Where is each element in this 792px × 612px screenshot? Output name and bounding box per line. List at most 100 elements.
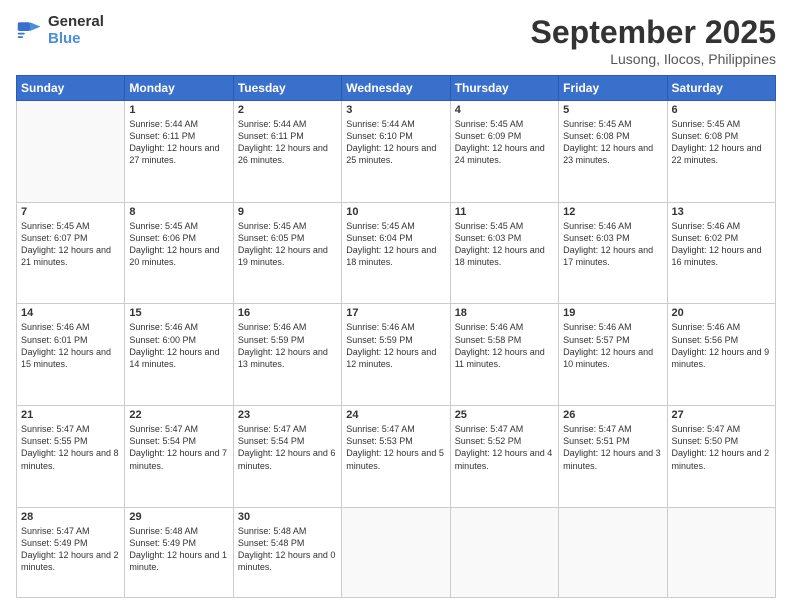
weekday-header-row: SundayMondayTuesdayWednesdayThursdayFrid… (17, 76, 776, 101)
cell-info: Sunrise: 5:44 AM Sunset: 6:10 PM Dayligh… (346, 118, 445, 167)
cell-info: Sunrise: 5:45 AM Sunset: 6:03 PM Dayligh… (455, 220, 554, 269)
calendar-cell: 29 Sunrise: 5:48 AM Sunset: 5:49 PM Dayli… (125, 507, 233, 597)
weekday-header-friday: Friday (559, 76, 667, 101)
day-number: 9 (238, 206, 337, 218)
calendar-cell: 30 Sunrise: 5:48 AM Sunset: 5:48 PM Dayli… (233, 507, 341, 597)
cell-info: Sunrise: 5:44 AM Sunset: 6:11 PM Dayligh… (129, 118, 228, 167)
calendar-cell: 25 Sunrise: 5:47 AM Sunset: 5:52 PM Dayli… (450, 406, 558, 508)
day-number: 3 (346, 104, 445, 116)
weekday-header-tuesday: Tuesday (233, 76, 341, 101)
calendar-cell: 15 Sunrise: 5:46 AM Sunset: 6:00 PM Dayli… (125, 304, 233, 406)
logo: General Blue (16, 14, 104, 47)
calendar-cell: 24 Sunrise: 5:47 AM Sunset: 5:53 PM Dayli… (342, 406, 450, 508)
day-number: 26 (563, 409, 662, 421)
calendar-cell: 20 Sunrise: 5:46 AM Sunset: 5:56 PM Dayli… (667, 304, 775, 406)
calendar-cell: 28Sunrise: 5:47 AM Sunset: 5:49 PM Dayli… (17, 507, 125, 597)
calendar-cell (17, 101, 125, 203)
cell-info: Sunrise: 5:46 AM Sunset: 6:00 PM Dayligh… (129, 321, 228, 370)
calendar-cell: 5Sunrise: 5:45 AM Sunset: 6:08 PM Daylig… (559, 101, 667, 203)
day-number: 18 (455, 307, 554, 319)
calendar-cell: 22Sunrise: 5:47 AM Sunset: 5:54 PM Dayli… (125, 406, 233, 508)
weekday-header-wednesday: Wednesday (342, 76, 450, 101)
day-number: 8 (129, 206, 228, 218)
header: General Blue September 2025 Lusong, Iloc… (16, 14, 776, 67)
location: Lusong, Ilocos, Philippines (531, 51, 776, 67)
cell-info: Sunrise: 5:45 AM Sunset: 6:08 PM Dayligh… (672, 118, 771, 167)
day-number: 12 (563, 206, 662, 218)
weekday-header-monday: Monday (125, 76, 233, 101)
calendar-cell: 3 Sunrise: 5:44 AM Sunset: 6:10 PM Daylig… (342, 101, 450, 203)
cell-info: Sunrise: 5:47 AM Sunset: 5:55 PM Dayligh… (21, 423, 120, 472)
calendar-cell: 17 Sunrise: 5:46 AM Sunset: 5:59 PM Dayli… (342, 304, 450, 406)
weekday-header-sunday: Sunday (17, 76, 125, 101)
cell-info: Sunrise: 5:46 AM Sunset: 5:56 PM Dayligh… (672, 321, 771, 370)
calendar-cell (342, 507, 450, 597)
day-number: 28 (21, 511, 120, 523)
week-row-3: 14 Sunrise: 5:46 AM Sunset: 6:01 PM Dayli… (17, 304, 776, 406)
day-number: 19 (563, 307, 662, 319)
calendar-cell: 12Sunrise: 5:46 AM Sunset: 6:03 PM Dayli… (559, 202, 667, 304)
day-number: 4 (455, 104, 554, 116)
calendar-cell: 27Sunrise: 5:47 AM Sunset: 5:50 PM Dayli… (667, 406, 775, 508)
calendar-cell: 1 Sunrise: 5:44 AM Sunset: 6:11 PM Daylig… (125, 101, 233, 203)
cell-info: Sunrise: 5:46 AM Sunset: 5:59 PM Dayligh… (346, 321, 445, 370)
calendar-cell (559, 507, 667, 597)
cell-info: Sunrise: 5:47 AM Sunset: 5:54 PM Dayligh… (129, 423, 228, 472)
cell-info: Sunrise: 5:44 AM Sunset: 6:11 PM Dayligh… (238, 118, 337, 167)
day-number: 10 (346, 206, 445, 218)
day-number: 16 (238, 307, 337, 319)
day-number: 29 (129, 511, 228, 523)
day-number: 1 (129, 104, 228, 116)
cell-info: Sunrise: 5:48 AM Sunset: 5:48 PM Dayligh… (238, 525, 337, 574)
day-number: 7 (21, 206, 120, 218)
cell-info: Sunrise: 5:46 AM Sunset: 5:59 PM Dayligh… (238, 321, 337, 370)
cell-info: Sunrise: 5:47 AM Sunset: 5:52 PM Dayligh… (455, 423, 554, 472)
day-number: 2 (238, 104, 337, 116)
day-number: 23 (238, 409, 337, 421)
page: General Blue September 2025 Lusong, Iloc… (0, 0, 792, 612)
cell-info: Sunrise: 5:46 AM Sunset: 5:58 PM Dayligh… (455, 321, 554, 370)
logo-text: General Blue (48, 14, 104, 47)
calendar-cell: 19 Sunrise: 5:46 AM Sunset: 5:57 PM Dayli… (559, 304, 667, 406)
day-number: 30 (238, 511, 337, 523)
calendar-cell: 14 Sunrise: 5:46 AM Sunset: 6:01 PM Dayli… (17, 304, 125, 406)
calendar-cell: 18 Sunrise: 5:46 AM Sunset: 5:58 PM Dayli… (450, 304, 558, 406)
calendar-cell: 23 Sunrise: 5:47 AM Sunset: 5:54 PM Dayli… (233, 406, 341, 508)
cell-info: Sunrise: 5:47 AM Sunset: 5:53 PM Dayligh… (346, 423, 445, 472)
calendar-cell (667, 507, 775, 597)
day-number: 14 (21, 307, 120, 319)
cell-info: Sunrise: 5:48 AM Sunset: 5:49 PM Dayligh… (129, 525, 228, 574)
calendar-cell: 21 Sunrise: 5:47 AM Sunset: 5:55 PM Dayli… (17, 406, 125, 508)
calendar-cell: 8 Sunrise: 5:45 AM Sunset: 6:06 PM Daylig… (125, 202, 233, 304)
day-number: 20 (672, 307, 771, 319)
cell-info: Sunrise: 5:47 AM Sunset: 5:54 PM Dayligh… (238, 423, 337, 472)
day-number: 17 (346, 307, 445, 319)
calendar-cell: 11Sunrise: 5:45 AM Sunset: 6:03 PM Dayli… (450, 202, 558, 304)
weekday-header-thursday: Thursday (450, 76, 558, 101)
day-number: 27 (672, 409, 771, 421)
logo-icon (16, 17, 44, 45)
day-number: 6 (672, 104, 771, 116)
day-number: 15 (129, 307, 228, 319)
cell-info: Sunrise: 5:45 AM Sunset: 6:09 PM Dayligh… (455, 118, 554, 167)
cell-info: Sunrise: 5:45 AM Sunset: 6:08 PM Dayligh… (563, 118, 662, 167)
day-number: 24 (346, 409, 445, 421)
day-number: 25 (455, 409, 554, 421)
cell-info: Sunrise: 5:45 AM Sunset: 6:07 PM Dayligh… (21, 220, 120, 269)
day-number: 21 (21, 409, 120, 421)
calendar-cell: 16 Sunrise: 5:46 AM Sunset: 5:59 PM Dayli… (233, 304, 341, 406)
calendar-table: SundayMondayTuesdayWednesdayThursdayFrid… (16, 75, 776, 598)
cell-info: Sunrise: 5:46 AM Sunset: 6:01 PM Dayligh… (21, 321, 120, 370)
calendar-cell: 10Sunrise: 5:45 AM Sunset: 6:04 PM Dayli… (342, 202, 450, 304)
calendar-cell: 2 Sunrise: 5:44 AM Sunset: 6:11 PM Daylig… (233, 101, 341, 203)
calendar-cell: 6 Sunrise: 5:45 AM Sunset: 6:08 PM Daylig… (667, 101, 775, 203)
week-row-5: 28Sunrise: 5:47 AM Sunset: 5:49 PM Dayli… (17, 507, 776, 597)
cell-info: Sunrise: 5:46 AM Sunset: 5:57 PM Dayligh… (563, 321, 662, 370)
cell-info: Sunrise: 5:45 AM Sunset: 6:06 PM Dayligh… (129, 220, 228, 269)
month-title: September 2025 (531, 14, 776, 51)
cell-info: Sunrise: 5:46 AM Sunset: 6:02 PM Dayligh… (672, 220, 771, 269)
calendar-cell: 13Sunrise: 5:46 AM Sunset: 6:02 PM Dayli… (667, 202, 775, 304)
weekday-header-saturday: Saturday (667, 76, 775, 101)
calendar-cell: 9Sunrise: 5:45 AM Sunset: 6:05 PM Daylig… (233, 202, 341, 304)
calendar-cell: 4 Sunrise: 5:45 AM Sunset: 6:09 PM Daylig… (450, 101, 558, 203)
